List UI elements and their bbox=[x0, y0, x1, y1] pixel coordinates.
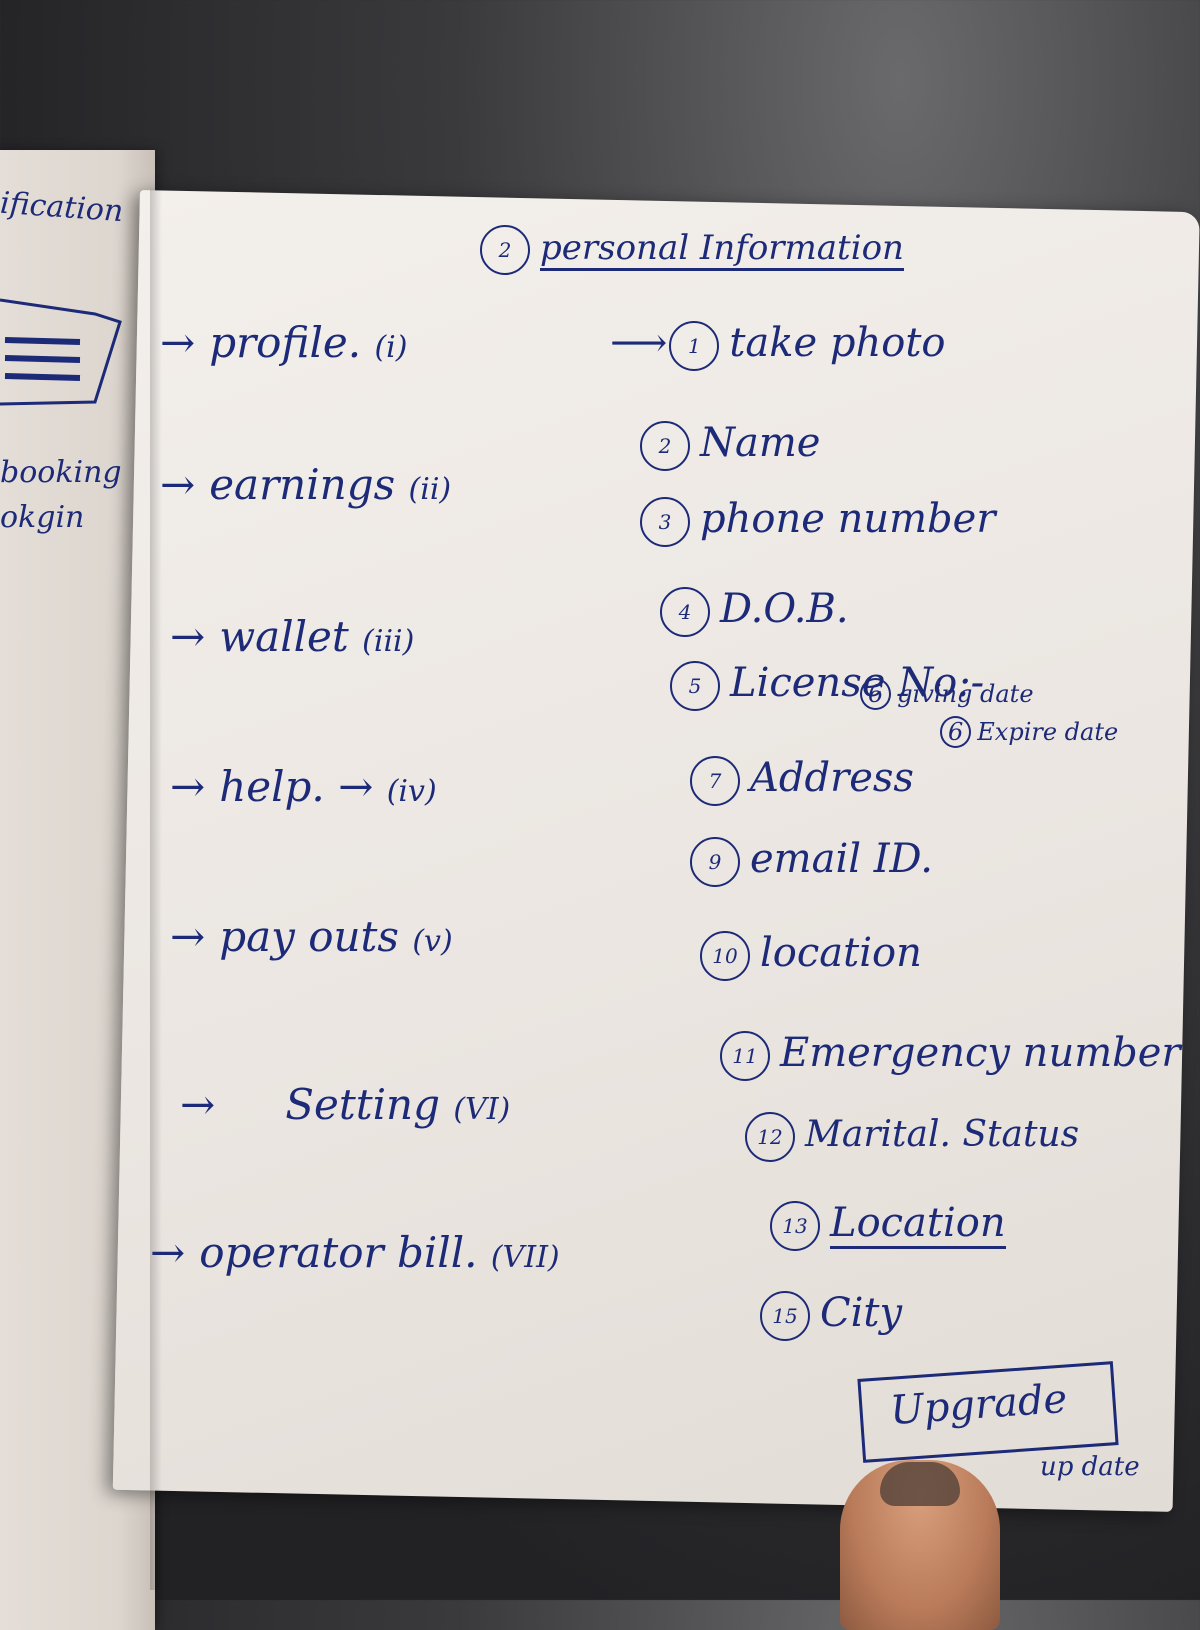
field-dob: 4 D.O.B. bbox=[660, 586, 849, 637]
field-number: 2 bbox=[640, 421, 690, 471]
thumbnail bbox=[880, 1462, 960, 1506]
field-number: 7 bbox=[690, 756, 740, 806]
field-address: 7 Address bbox=[690, 755, 914, 806]
field-location-2: 13 Location bbox=[770, 1200, 1006, 1251]
arrow-icon: → bbox=[170, 612, 206, 661]
field-number: 12 bbox=[745, 1112, 795, 1162]
menu-label: wallet bbox=[219, 612, 349, 661]
arrow-icon: → bbox=[150, 1228, 186, 1277]
field-email: 9 email ID. bbox=[690, 836, 933, 887]
field-label: Marital. Status bbox=[805, 1114, 1080, 1155]
menu-icon bbox=[0, 298, 122, 406]
left-page-line-3: okgin bbox=[0, 500, 85, 535]
license-sub-expire-date: 6 Expire date bbox=[940, 716, 1119, 748]
menu-item-setting: → Setting (VI) bbox=[180, 1080, 510, 1129]
field-marital-status: 12 Marital. Status bbox=[745, 1112, 1079, 1162]
arrow-icon: → bbox=[338, 762, 374, 811]
notebook-page bbox=[112, 190, 1200, 1512]
field-label: D.O.B. bbox=[720, 586, 849, 632]
field-number: 3 bbox=[640, 497, 690, 547]
menu-num: (v) bbox=[412, 924, 453, 959]
menu-label: pay outs bbox=[219, 912, 399, 961]
field-city: 15 City bbox=[760, 1290, 902, 1341]
field-label: City bbox=[820, 1290, 903, 1336]
field-number: 5 bbox=[670, 661, 720, 711]
menu-item-payouts: → pay outs (v) bbox=[170, 912, 453, 961]
sub-number: 6 bbox=[860, 678, 892, 710]
field-label: location bbox=[760, 930, 922, 976]
field-label: Name bbox=[700, 420, 821, 466]
menu-item-profile: → profile. (i) bbox=[160, 318, 407, 367]
heading-text: personal Information bbox=[540, 228, 904, 271]
menu-num: (VII) bbox=[490, 1240, 560, 1275]
arrow-icon: → bbox=[170, 912, 206, 961]
menu-num: (ii) bbox=[408, 472, 452, 507]
field-label: take photo bbox=[729, 320, 946, 366]
field-number: 15 bbox=[760, 1291, 810, 1341]
field-number: 4 bbox=[660, 587, 710, 637]
field-take-photo: ⟶ 1 take photo bbox=[610, 320, 946, 371]
menu-label: help. bbox=[219, 762, 325, 811]
menu-item-help: → help. → (iv) bbox=[170, 762, 437, 811]
field-label: Address bbox=[750, 755, 914, 801]
menu-label: Setting bbox=[285, 1080, 440, 1129]
menu-item-wallet: → wallet (iii) bbox=[170, 612, 414, 661]
arrow-icon: → bbox=[180, 1080, 216, 1129]
menu-num: (iv) bbox=[386, 774, 437, 809]
arrow-icon: → bbox=[170, 762, 206, 811]
sub-label: Expire date bbox=[977, 718, 1119, 746]
arrow-icon: → bbox=[160, 318, 196, 367]
field-label: Location bbox=[830, 1200, 1006, 1249]
field-label: email ID. bbox=[750, 836, 933, 882]
upgrade-note: up date bbox=[1040, 1452, 1140, 1482]
page-gutter-shadow bbox=[150, 190, 162, 1590]
menu-label: earnings bbox=[209, 460, 396, 509]
menu-label: operator bill. bbox=[199, 1228, 478, 1277]
field-name: 2 Name bbox=[640, 420, 820, 471]
field-number: 1 bbox=[669, 321, 720, 371]
menu-num: (VI) bbox=[453, 1092, 511, 1127]
menu-num: (iii) bbox=[362, 624, 415, 659]
field-location: 10 location bbox=[700, 930, 922, 981]
menu-item-operator-bill: → operator bill. (VII) bbox=[150, 1228, 560, 1277]
arrow-icon: ⟶ bbox=[610, 320, 668, 366]
field-number: 13 bbox=[770, 1201, 820, 1251]
menu-num: (i) bbox=[374, 330, 408, 365]
left-page-line-2: booking bbox=[0, 455, 122, 490]
field-label: Emergency number bbox=[780, 1030, 1181, 1076]
field-phone-number: 3 phone number bbox=[640, 496, 995, 547]
field-emergency-number: 11 Emergency number bbox=[720, 1030, 1181, 1081]
section-heading: 2 personal Information bbox=[480, 225, 904, 275]
menu-label: profile. bbox=[209, 318, 362, 367]
field-label: phone number bbox=[700, 496, 996, 542]
field-number: 10 bbox=[700, 931, 750, 981]
license-sub-giving-date: 6 giving date bbox=[860, 678, 1034, 710]
arrow-icon: → bbox=[160, 460, 196, 509]
field-number: 9 bbox=[690, 837, 740, 887]
menu-item-earnings: → earnings (ii) bbox=[160, 460, 451, 509]
sub-number: 6 bbox=[940, 716, 972, 748]
heading-number: 2 bbox=[480, 225, 530, 275]
field-number: 11 bbox=[720, 1031, 770, 1081]
sub-label: giving date bbox=[897, 680, 1034, 708]
